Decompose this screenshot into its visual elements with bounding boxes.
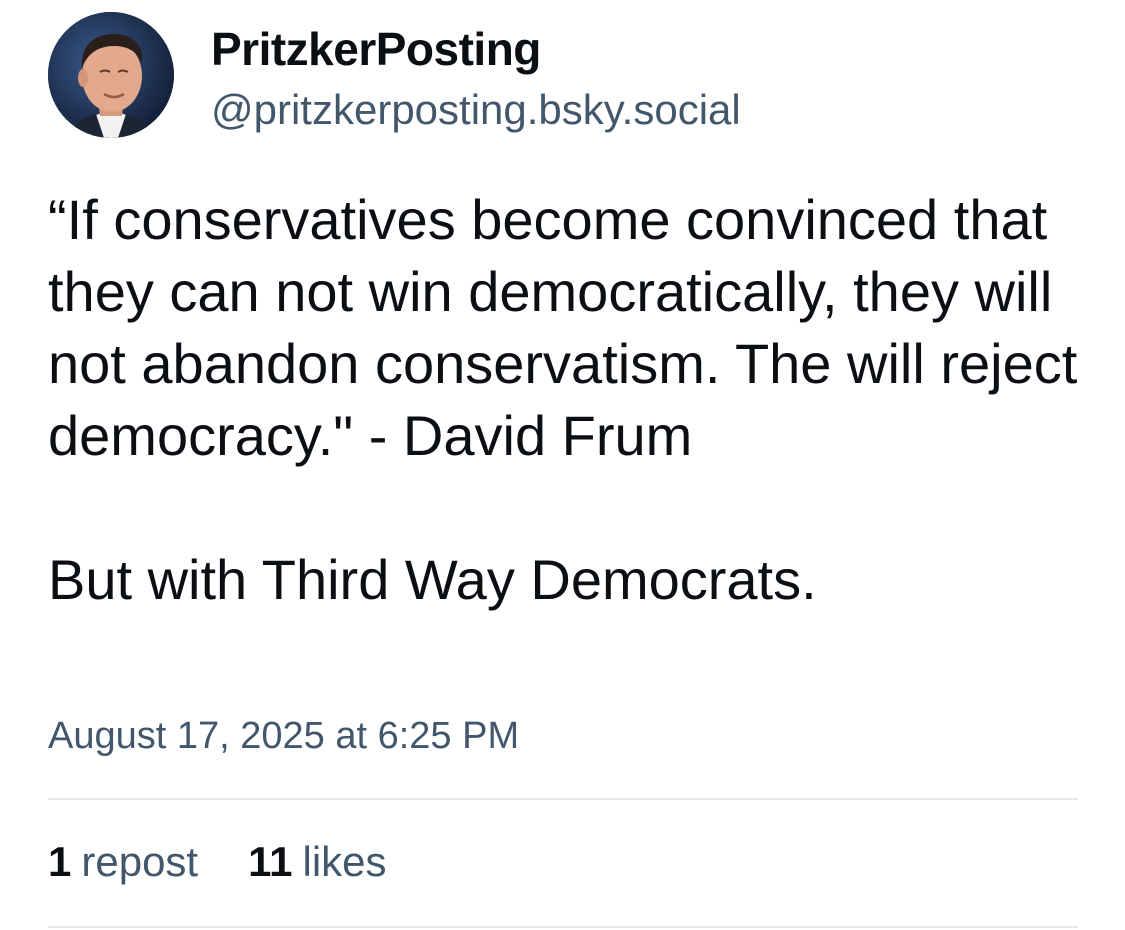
post-paragraph: “If conservatives become convinced that …	[48, 188, 1078, 467]
author-display-name[interactable]: PritzkerPosting	[211, 22, 541, 76]
divider	[48, 798, 1078, 800]
divider	[48, 926, 1078, 928]
reposts-label: repost	[81, 838, 199, 885]
likes-count: 11	[248, 838, 293, 885]
author-handle[interactable]: @pritzkerposting.bsky.social	[211, 86, 741, 134]
post-paragraph: But with Third Way Democrats.	[48, 548, 817, 611]
profile-photo-icon	[48, 12, 174, 138]
post-body: “If conservatives become convinced that …	[48, 184, 1078, 616]
engagement-stats: 1 repost 11 likes	[48, 838, 387, 886]
likes-label: likes	[302, 838, 387, 885]
likes-stat[interactable]: 11 likes	[248, 838, 386, 886]
post-card: PritzkerPosting @pritzkerposting.bsky.so…	[0, 0, 1125, 930]
post-timestamp[interactable]: August 17, 2025 at 6:25 PM	[48, 715, 519, 758]
avatar[interactable]	[48, 12, 174, 138]
reposts-stat[interactable]: 1 repost	[48, 838, 198, 886]
reposts-count: 1	[48, 838, 72, 885]
